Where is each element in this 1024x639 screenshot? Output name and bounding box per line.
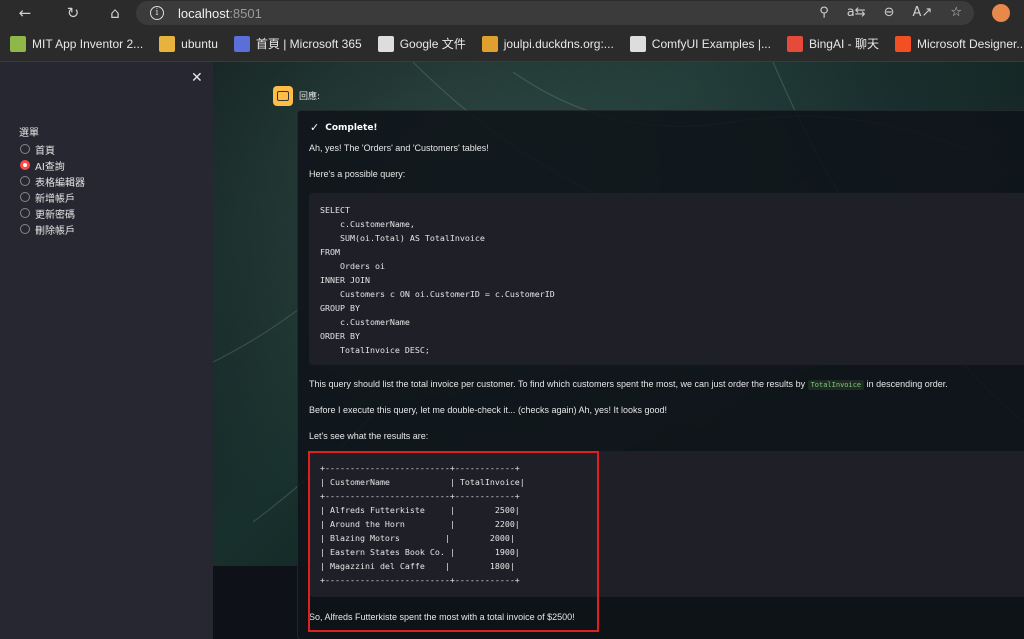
checkmark-icon: ✓ [310, 121, 320, 134]
radio-icon[interactable] [20, 144, 30, 154]
explanation-text-a: This query should list the total invoice… [309, 379, 808, 389]
bookmark-label: ComfyUI Examples |... [651, 36, 771, 51]
bookmark-favicon-icon [233, 35, 250, 52]
nav-option-label: 表格編輯器 [35, 177, 85, 189]
bookmark-label: Google 文件 [399, 37, 466, 51]
bookmark-label: ubuntu [181, 36, 218, 51]
query-intro: Here's a possible query: [309, 169, 406, 179]
extension-icon[interactable] [992, 4, 1010, 22]
bookmarks-bar: MIT App Inventor 2... ubuntu 首頁 | Micros… [0, 26, 1024, 62]
nav-option-label: 首頁 [35, 145, 55, 157]
radio-icon[interactable] [20, 176, 30, 186]
nav-option-label: 刪除帳戶 [35, 225, 75, 237]
address-bar[interactable]: i localhost:8501 ⚲ a⇆ ⊖ A↗ ☆ [136, 1, 974, 25]
nav-radio-group: 首頁 AI查詢 表格編輯器 新增帳戶 更新密碼 刪除帳戶 [20, 141, 85, 237]
bookmark-item[interactable]: Microsoft Designer... [894, 35, 1024, 52]
nav-option-label: 新增帳戶 [35, 193, 75, 205]
url-host: localhost [178, 5, 230, 21]
nav-option-add-account[interactable]: 新增帳戶 [20, 189, 85, 205]
folder-icon [159, 35, 176, 52]
microsoft-logo-icon [894, 35, 911, 52]
bookmark-label: 首頁 | Microsoft 365 [255, 37, 362, 51]
read-aloud-icon[interactable]: A↗ [913, 5, 933, 20]
nav-option-delete-account[interactable]: 刪除帳戶 [20, 221, 85, 237]
sidebar: ✕ 選單 首頁 AI查詢 表格編輯器 新增帳戶 更新密碼 刪除帳戶 [0, 62, 213, 639]
nav-option-home[interactable]: 首頁 [20, 141, 85, 157]
radio-icon[interactable] [20, 160, 30, 170]
status-text: Complete! [325, 122, 378, 133]
explanation-text-b: in descending order. [864, 379, 948, 389]
key-icon[interactable]: ⚲ [819, 5, 829, 20]
bookmark-label: MIT App Inventor 2... [32, 36, 144, 51]
response-intro: Ah, yes! The 'Orders' and 'Customers' ta… [309, 143, 489, 153]
bookmark-item[interactable]: BingAI - 聊天 [786, 35, 879, 52]
browser-toolbar: ← ↻ ⌂ i localhost:8501 ⚲ a⇆ ⊖ A↗ ☆ [0, 0, 1024, 26]
site-info-icon[interactable]: i [150, 6, 164, 20]
bookmark-label: joulpi.duckdns.org:... [503, 36, 614, 51]
radio-icon[interactable] [20, 208, 30, 218]
annotation-highlight-box [308, 451, 599, 632]
bookmark-label: BingAI - 聊天 [808, 37, 879, 51]
zoom-icon[interactable]: ⊖ [884, 5, 895, 20]
bookmark-item[interactable]: ubuntu [159, 35, 218, 52]
reload-icon[interactable]: ↻ [58, 0, 88, 26]
bookmark-favicon-icon [786, 35, 803, 52]
bookmark-item[interactable]: joulpi.duckdns.org:... [481, 35, 614, 52]
bot-avatar-icon [273, 86, 293, 106]
inline-code: TotalInvoice [807, 380, 865, 390]
sql-code-block: SELECT c.CustomerName, SUM(oi.Total) AS … [309, 193, 1024, 365]
document-icon [629, 35, 646, 52]
document-icon [377, 35, 394, 52]
nav-option-table-editor[interactable]: 表格編輯器 [20, 173, 85, 189]
back-icon[interactable]: ← [10, 0, 40, 26]
bookmark-item[interactable]: MIT App Inventor 2... [10, 35, 144, 52]
close-icon[interactable]: ✕ [191, 70, 203, 86]
translate-icon[interactable]: a⇆ [847, 5, 866, 20]
nav-option-label: 更新密碼 [35, 209, 75, 221]
response-label: 回應: [299, 92, 321, 102]
double-check-text: Before I execute this query, let me doub… [309, 405, 668, 415]
nav-option-update-password[interactable]: 更新密碼 [20, 205, 85, 221]
bookmark-item[interactable]: ComfyUI Examples |... [629, 35, 771, 52]
status-indicator[interactable]: ✓ Complete! [310, 121, 378, 134]
bookmark-label: Microsoft Designer... [916, 36, 1024, 51]
radio-icon[interactable] [20, 224, 30, 234]
url-port: :8501 [229, 5, 262, 21]
bookmark-favicon-icon [10, 35, 26, 52]
results-intro: Let's see what the results are: [309, 431, 429, 441]
bookmark-favicon-icon [481, 35, 498, 52]
query-explanation: This query should list the total invoice… [309, 379, 948, 390]
bookmark-item[interactable]: Google 文件 [377, 35, 466, 52]
favorite-star-icon[interactable]: ☆ [950, 5, 962, 20]
sidebar-title: 選單 [19, 128, 39, 139]
radio-icon[interactable] [20, 192, 30, 202]
nav-option-ai-query[interactable]: AI查詢 [20, 157, 85, 173]
bookmark-item[interactable]: 首頁 | Microsoft 365 [233, 35, 362, 52]
home-icon[interactable]: ⌂ [100, 0, 130, 26]
nav-option-label: AI查詢 [35, 161, 65, 173]
